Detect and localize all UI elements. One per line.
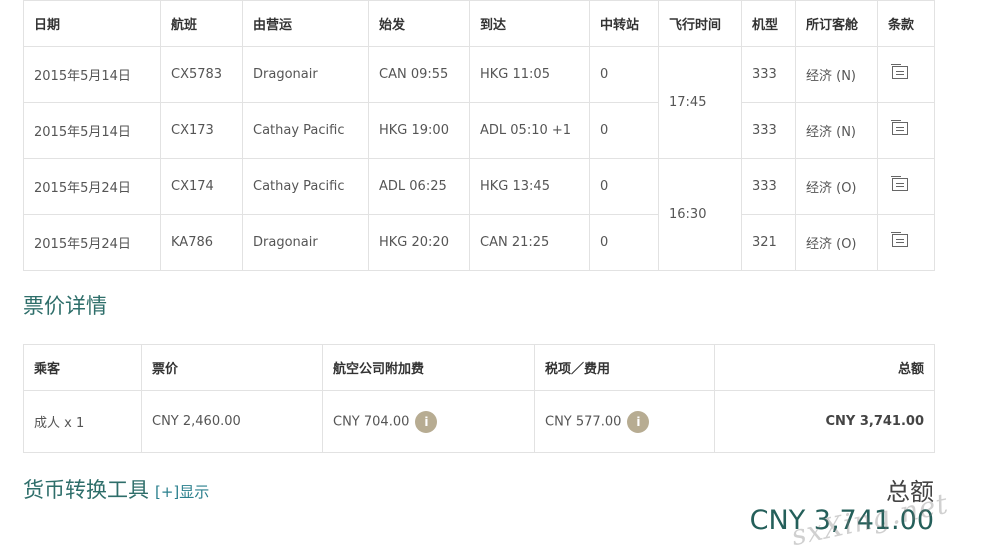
info-icon[interactable]: i: [627, 410, 650, 433]
terms-cell: [877, 46, 935, 103]
flight-date: 2015年5月14日: [23, 46, 161, 103]
departure: HKG 19:00: [368, 102, 470, 159]
aircraft-link[interactable]: 333: [741, 102, 796, 159]
col-header-stops: 中转站: [589, 0, 659, 47]
col-header-tax: 税项／费用: [534, 344, 715, 391]
arrival: HKG 13:45: [469, 158, 590, 215]
fare-table: 乘客 票价 航空公司附加费 税项／费用 总额 成人 x 1 CNY 2,460.…: [23, 344, 935, 453]
currency-tool-heading: 货币转换工具 [+]显示: [23, 474, 209, 504]
terms-cell: [877, 214, 935, 271]
fare-table-header: 乘客 票价 航空公司附加费 税项／费用 总额: [23, 344, 935, 391]
arrival: CAN 21:25: [469, 214, 590, 271]
flight-date: 2015年5月14日: [23, 102, 161, 159]
flight-date: 2015年5月24日: [23, 158, 161, 215]
arrival: HKG 11:05: [469, 46, 590, 103]
table-row: 2015年5月14日 CX173 Cathay Pacific HKG 19:0…: [23, 102, 935, 159]
terms-cell: [877, 102, 935, 159]
tax-amount: CNY 577.00: [545, 414, 622, 429]
document-icon[interactable]: [891, 64, 908, 79]
stops: 0: [589, 158, 659, 215]
col-header-arrive: 到达: [469, 0, 590, 47]
operator: Cathay Pacific: [242, 158, 369, 215]
fare-details-title: 票价详情: [23, 294, 107, 318]
departure: CAN 09:55: [368, 46, 470, 103]
table-row: 成人 x 1 CNY 2,460.00 CNY 704.00 i CNY 577.…: [23, 390, 935, 453]
col-header-total: 总额: [714, 344, 935, 391]
cabin-class: 经济 (N): [795, 102, 878, 159]
document-icon[interactable]: [891, 120, 908, 135]
aircraft-link[interactable]: 333: [741, 158, 796, 215]
flight-number-link[interactable]: CX174: [160, 158, 243, 215]
col-header-depart: 始发: [368, 0, 470, 47]
departure: ADL 06:25: [368, 158, 470, 215]
col-header-surcharge: 航空公司附加费: [322, 344, 535, 391]
flight-date: 2015年5月24日: [23, 214, 161, 271]
col-header-duration: 飞行时间: [658, 0, 742, 47]
col-header-terms: 条款: [877, 0, 935, 47]
document-icon[interactable]: [891, 232, 908, 247]
aircraft-link[interactable]: 333: [741, 46, 796, 103]
cabin-class: 经济 (O): [795, 158, 878, 215]
flight-duration: 16:30: [658, 158, 742, 271]
col-header-passenger: 乘客: [23, 344, 142, 391]
table-row: 2015年5月24日 KA786 Dragonair HKG 20:20 CAN…: [23, 214, 935, 271]
col-header-flight: 航班: [160, 0, 243, 47]
base-fare: CNY 2,460.00: [141, 390, 323, 453]
flight-number-link[interactable]: CX173: [160, 102, 243, 159]
stops: 0: [589, 46, 659, 103]
currency-tool-title: 货币转换工具: [23, 478, 149, 502]
table-row: 2015年5月24日 CX174 Cathay Pacific ADL 06:2…: [23, 158, 935, 271]
flight-itinerary-table: 日期 航班 由营运 始发 到达 中转站 飞行时间 机型 所订客舱 条款 2015…: [23, 0, 935, 271]
watermark: sxXing.net: [788, 486, 952, 552]
cabin-class: 经济 (N): [795, 46, 878, 103]
document-icon[interactable]: [891, 176, 908, 191]
stops: 0: [589, 102, 659, 159]
currency-tool-toggle[interactable]: [+]显示: [155, 483, 209, 501]
col-header-cabin: 所订客舱: [795, 0, 878, 47]
col-header-aircraft: 机型: [741, 0, 796, 47]
tax-cell: CNY 577.00 i: [534, 390, 715, 453]
surcharge-amount: CNY 704.00: [333, 414, 410, 429]
cabin-class: 经济 (O): [795, 214, 878, 271]
info-icon[interactable]: i: [415, 410, 438, 433]
operator: Cathay Pacific: [242, 102, 369, 159]
flight-table-header: 日期 航班 由营运 始发 到达 中转站 飞行时间 机型 所订客舱 条款: [23, 0, 935, 47]
departure: HKG 20:20: [368, 214, 470, 271]
flight-number-link[interactable]: KA786: [160, 214, 243, 271]
operator: Dragonair: [242, 46, 369, 103]
flight-duration: 17:45: [658, 46, 742, 159]
col-header-operator: 由营运: [242, 0, 369, 47]
arrival: ADL 05:10 +1: [469, 102, 590, 159]
surcharge-cell: CNY 704.00 i: [322, 390, 535, 453]
aircraft-link[interactable]: 321: [741, 214, 796, 271]
stops: 0: [589, 214, 659, 271]
operator: Dragonair: [242, 214, 369, 271]
table-row: 2015年5月14日 CX5783 Dragonair CAN 09:55 HK…: [23, 46, 935, 159]
terms-cell: [877, 158, 935, 215]
col-header-fare: 票价: [141, 344, 323, 391]
row-total: CNY 3,741.00: [714, 390, 935, 453]
flight-number-link[interactable]: CX5783: [160, 46, 243, 103]
col-header-date: 日期: [23, 0, 161, 47]
passenger-type: 成人 x 1: [23, 390, 142, 453]
